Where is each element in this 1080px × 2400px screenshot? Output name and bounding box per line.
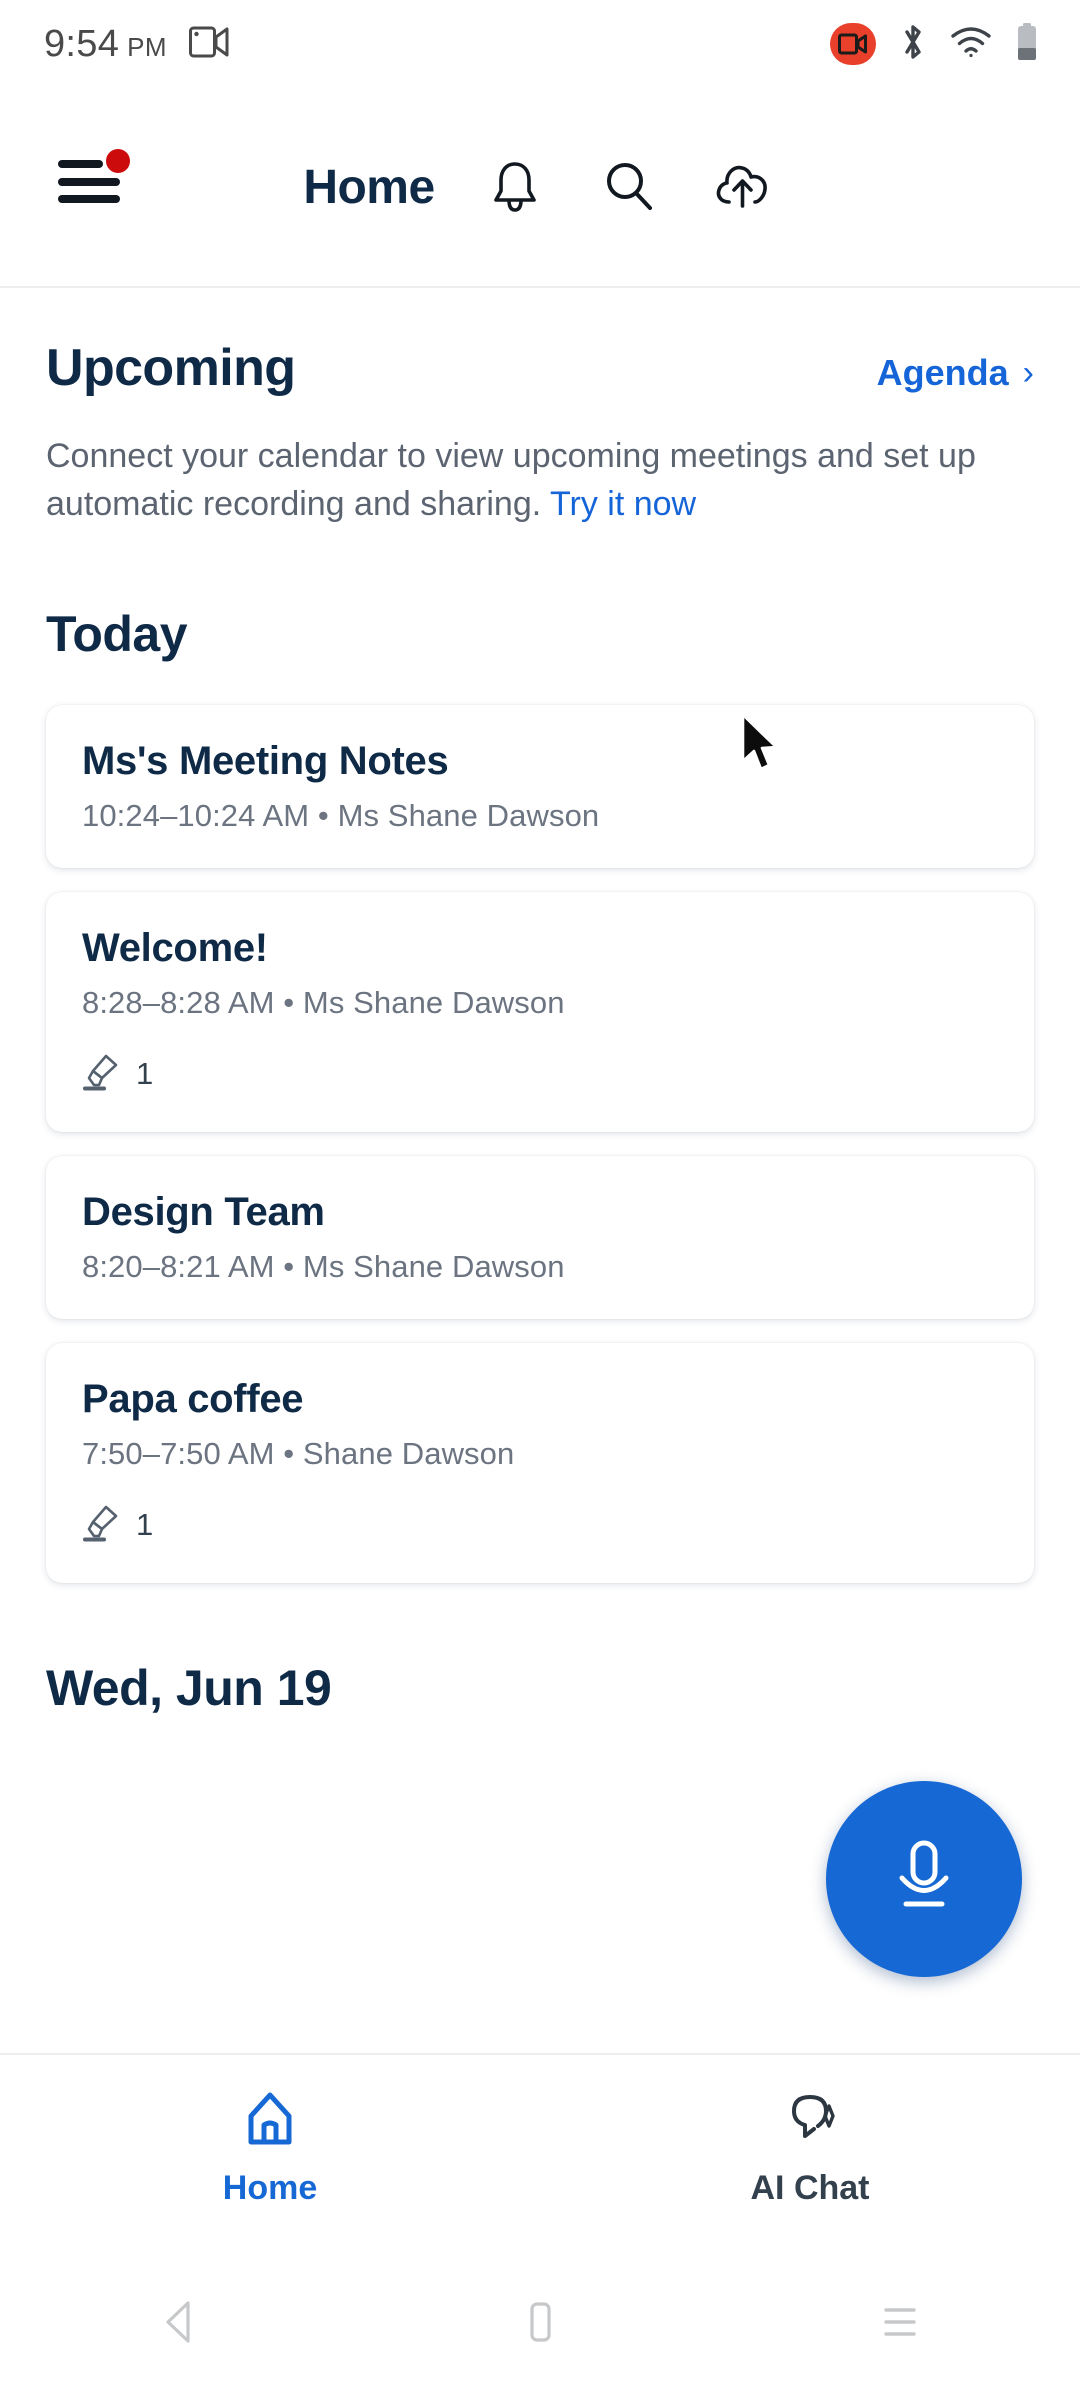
back-triangle-icon[interactable]: [0, 2298, 360, 2346]
today-card-list: Ms's Meeting Notes 10:24–10:24 AM • Ms S…: [46, 704, 1034, 1583]
meeting-card-footer: 1: [82, 1502, 998, 1549]
app-header: Home: [0, 88, 1080, 288]
nav-item-home[interactable]: Home: [0, 2090, 540, 2208]
meeting-card[interactable]: Ms's Meeting Notes 10:24–10:24 AM • Ms S…: [46, 704, 1034, 868]
home-square-icon[interactable]: [360, 2298, 720, 2346]
status-time: 9:54 PM: [44, 23, 167, 66]
home-icon: [242, 2090, 298, 2153]
meeting-card-title: Design Team: [82, 1189, 325, 1234]
highlight-count: 1: [136, 1507, 154, 1543]
main-content: Upcoming Agenda › Connect your calendar …: [0, 288, 1080, 1717]
search-icon[interactable]: [595, 153, 663, 221]
meeting-card-meta: 7:50–7:50 AM • Shane Dawson: [82, 1435, 515, 1471]
meeting-card-meta: 8:28–8:28 AM • Ms Shane Dawson: [82, 984, 565, 1020]
video-recording-icon: [188, 25, 231, 64]
bluetooth-icon: [898, 21, 928, 68]
cloud-upload-icon[interactable]: [709, 153, 777, 221]
highlighter-icon: [82, 1502, 122, 1549]
meeting-card-title: Papa coffee: [82, 1376, 304, 1421]
bottom-navigation-bar: Home AI Chat: [0, 2053, 1080, 2243]
record-fab-button[interactable]: [826, 1781, 1022, 1977]
meeting-card-title: Ms's Meeting Notes: [82, 738, 449, 783]
chevron-right-icon: ›: [1022, 354, 1034, 392]
meeting-card-meta: 10:24–10:24 AM • Ms Shane Dawson: [82, 797, 600, 833]
try-it-now-link[interactable]: Try it now: [550, 485, 696, 523]
nav-label-home: Home: [222, 2169, 318, 2207]
meeting-card[interactable]: Welcome! 8:28–8:28 AM • Ms Shane Dawson …: [46, 891, 1034, 1132]
upcoming-blurb-text: Connect your calendar to view upcoming m…: [46, 437, 976, 524]
status-time-ampm: PM: [127, 31, 167, 62]
nav-item-ai-chat[interactable]: AI Chat: [540, 2090, 1080, 2208]
highlight-count: 1: [136, 1056, 154, 1092]
meeting-card-title: Welcome!: [82, 925, 268, 970]
next-day-title: Wed, Jun 19: [46, 1659, 332, 1716]
status-bar-right: [830, 21, 1040, 68]
microphone-icon: [886, 1833, 962, 1926]
highlighter-icon: [82, 1051, 122, 1098]
status-bar: 9:54 PM: [0, 0, 1080, 88]
upcoming-blurb: Connect your calendar to view upcoming m…: [46, 432, 976, 529]
header-center-group: Home: [0, 153, 1080, 221]
android-system-nav: [0, 2243, 1080, 2400]
status-bar-left: 9:54 PM: [44, 23, 231, 66]
today-title: Today: [46, 605, 188, 662]
upcoming-title: Upcoming: [46, 339, 296, 397]
status-time-value: 9:54: [44, 22, 120, 65]
meeting-card-meta: 8:20–8:21 AM • Ms Shane Dawson: [82, 1248, 565, 1284]
wifi-icon: [950, 25, 992, 64]
nav-label-ai-chat: AI Chat: [750, 2169, 870, 2207]
meeting-card[interactable]: Design Team 8:20–8:21 AM • Ms Shane Daws…: [46, 1155, 1034, 1319]
meeting-card[interactable]: Papa coffee 7:50–7:50 AM • Shane Dawson …: [46, 1342, 1034, 1583]
battery-icon: [1014, 21, 1040, 68]
agenda-label: Agenda: [876, 352, 1009, 393]
page-title: Home: [303, 160, 435, 214]
recents-lines-icon[interactable]: [720, 2298, 1080, 2346]
bell-icon[interactable]: [481, 153, 549, 221]
upcoming-section-header: Upcoming Agenda ›: [46, 288, 1034, 398]
meeting-card-footer: 1: [82, 1051, 998, 1098]
agenda-link[interactable]: Agenda ›: [877, 352, 1034, 394]
ai-chat-bubble-icon: [780, 2090, 840, 2153]
screen-record-active-icon: [830, 23, 876, 65]
